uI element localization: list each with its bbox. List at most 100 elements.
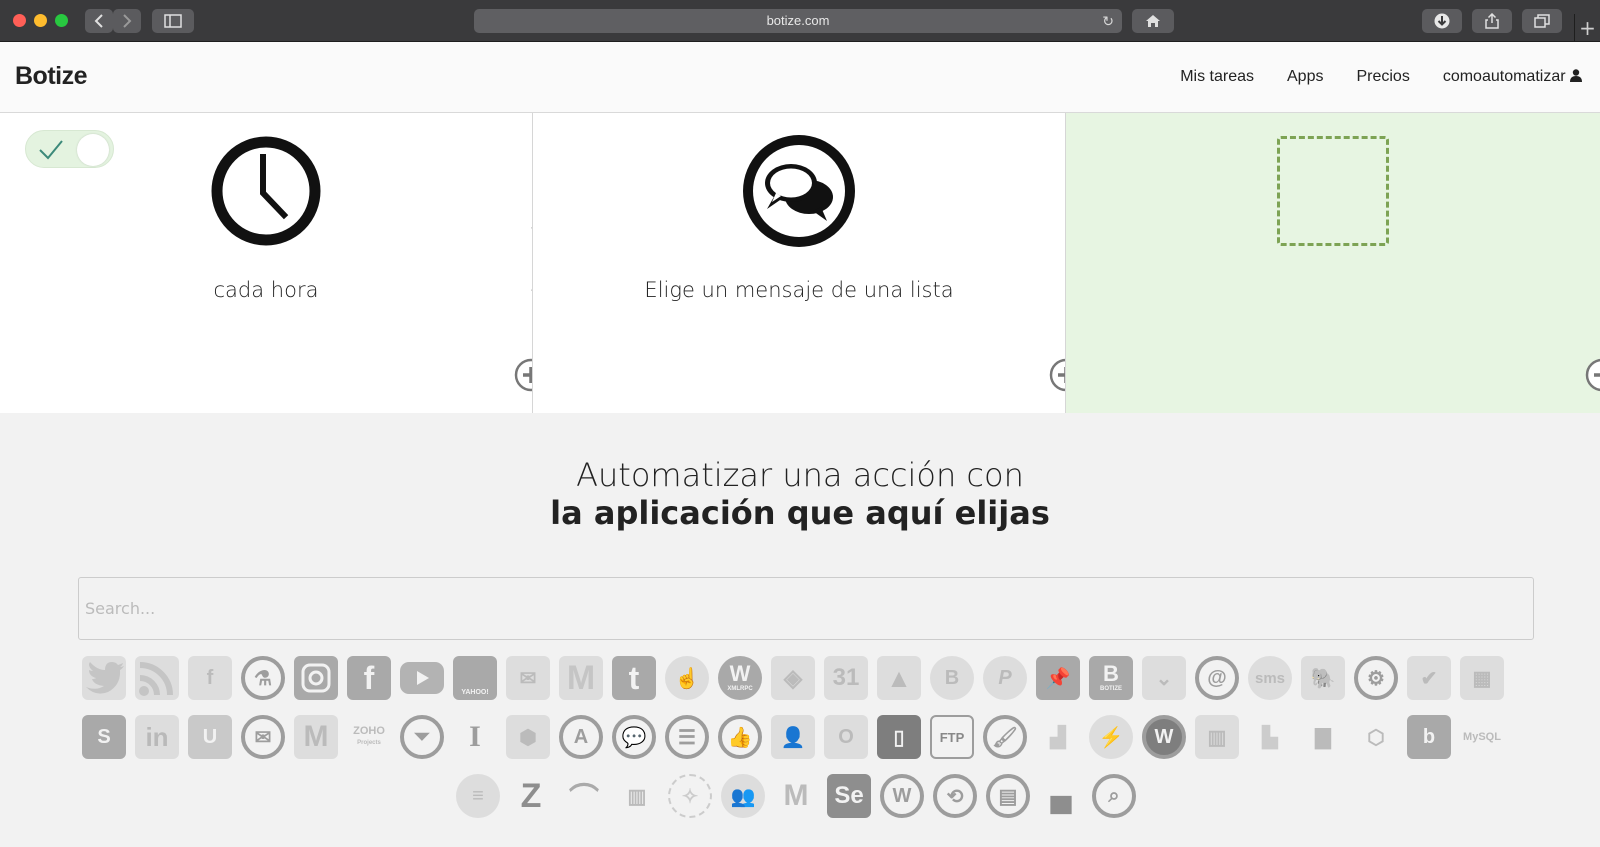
check-icon [39,140,63,160]
contacts-icon[interactable]: 👤 [771,715,815,759]
sidebar-toggle-button[interactable] [152,9,194,33]
twitter-icon[interactable] [82,656,126,700]
instagram-icon[interactable] [294,656,338,700]
home-button[interactable] [1132,9,1174,33]
box-icon[interactable]: ⬢ [506,715,550,759]
group-icon[interactable]: 👥 [721,774,765,818]
action-label: Elige un mensaje de una lista [644,278,954,302]
zendesk-icon[interactable]: Z [509,774,553,818]
compass-icon[interactable]: ✧ [668,774,712,818]
touch-icon[interactable]: ☝ [665,656,709,700]
medium-icon[interactable]: M [774,774,818,818]
share-button[interactable] [1472,9,1512,33]
chevron-right-icon [123,14,132,28]
stack-icon[interactable]: ≡ [456,774,500,818]
bar-chart-icon[interactable]: ▇ [1301,715,1345,759]
nav-item-apps[interactable]: Apps [1287,68,1323,86]
bar-step-icon[interactable]: ▟ [1036,715,1080,759]
facebook-pages-icon[interactable]: f [188,656,232,700]
arch-icon[interactable]: ⌒ [562,774,606,818]
skype-icon[interactable]: S [82,715,126,759]
trello-icon[interactable]: ▥ [1195,715,1239,759]
gmail-alt-icon[interactable]: M [294,715,338,759]
list-icon[interactable]: ☰ [665,715,709,759]
mailchimp-icon[interactable]: ✉ [506,656,550,700]
pushpin-icon[interactable]: 📌 [1036,656,1080,700]
reload-icon[interactable]: ↻ [1102,9,1114,33]
evernote-icon[interactable]: 🐘 [1301,656,1345,700]
window-close-button[interactable] [13,14,26,27]
chevron-left-icon [94,14,103,28]
wordpress-xmlrpc-icon[interactable]: W XMLRPC [718,656,762,700]
outlook-icon[interactable]: O [824,715,868,759]
youtube-icon[interactable] [400,656,444,700]
trigger-label: cada hora [213,278,319,302]
doc-search-icon[interactable]: ⌕ [1092,774,1136,818]
google-drive-icon[interactable]: ▲ [877,656,921,700]
ftp-icon[interactable]: FTP [930,715,974,759]
window-zoom-button[interactable] [55,14,68,27]
empty-action-slot[interactable] [1277,136,1389,246]
doc-circle-icon[interactable]: ▤ [986,774,1030,818]
mail-icon[interactable]: ✉ [241,715,285,759]
webhooks-icon[interactable]: ⚙ [1354,656,1398,700]
brush-icon[interactable]: 🖌 [983,715,1027,759]
spreadsheet-icon[interactable]: ▦ [1460,656,1504,700]
wordpress-icon[interactable]: W [880,774,924,818]
selenium-icon[interactable]: Se [827,774,871,818]
sms-icon[interactable]: sms [1248,656,1292,700]
add-step-button[interactable] [1585,358,1600,392]
window-minimize-button[interactable] [34,14,47,27]
sync-icon[interactable]: ⟲ [933,774,977,818]
toggle-knob [77,134,109,166]
rss-icon[interactable] [135,656,179,700]
tabs-overview-button[interactable] [1522,9,1562,33]
like-icon[interactable]: 👍 [718,715,762,759]
filter-icon[interactable]: ⏷ [400,715,444,759]
magnet-icon[interactable]: U [188,715,232,759]
dropbox-icon[interactable]: ◈ [771,656,815,700]
nav-item-account[interactable]: comoautomatizar [1443,68,1582,86]
action-step[interactable]: Elige un mensaje de una lista [532,113,1083,413]
calendar-icon[interactable]: 31 [824,656,868,700]
tumblr-icon[interactable]: t [612,656,656,700]
back-button[interactable] [85,9,113,33]
nav-item-my-tasks[interactable]: Mis tareas [1180,68,1254,86]
linkedin-icon[interactable]: in [135,715,179,759]
nav-item-pricing[interactable]: Precios [1356,68,1409,86]
blogger-icon[interactable]: B [930,656,974,700]
facebook-icon[interactable]: f [347,656,391,700]
pinterest-icon[interactable]: P [983,656,1027,700]
building-icon[interactable]: ▥ [615,774,659,818]
forward-button[interactable] [113,9,141,33]
app-search-input[interactable] [78,577,1534,640]
chat-icon[interactable]: 💬 [612,715,656,759]
address-bar[interactable]: botize.com ↻ [474,9,1122,33]
blocks-icon[interactable]: ▙ [1248,715,1292,759]
task-enabled-toggle[interactable] [25,130,114,168]
new-action-step[interactable] [1065,113,1600,413]
app-store-icon[interactable]: A [559,715,603,759]
zoho-projects-icon[interactable]: ZOHO Projects [347,715,391,759]
new-tab-button[interactable]: + [1574,14,1600,42]
downloads-button[interactable] [1422,9,1462,33]
todoist-icon[interactable]: ✔ [1407,656,1451,700]
document-icon[interactable]: ▯ [877,715,921,759]
instapaper-icon[interactable]: I [453,715,497,759]
brand-logo[interactable]: Botize [15,62,88,91]
unsplash-icon[interactable]: ▄ [1039,774,1083,818]
lab-icon[interactable]: ⚗ [241,656,285,700]
mysql-icon[interactable]: MySQL [1460,715,1504,759]
pocket-icon[interactable]: ⌄ [1142,656,1186,700]
task-builder: cada hora Elige un mensaje de una lista [0,113,1600,413]
user-icon [1570,69,1582,82]
wordpress-com-icon[interactable]: W [1142,715,1186,759]
yahoo-weather-icon[interactable]: YAHOO! [453,656,497,700]
bing-icon[interactable]: b [1407,715,1451,759]
email-at-icon[interactable]: @ [1195,656,1239,700]
botize-icon[interactable]: B BOTIZE [1089,656,1133,700]
aws-icon[interactable]: ⬡ [1354,715,1398,759]
trigger-step[interactable]: cada hora [0,113,548,413]
messenger-icon[interactable]: ⚡ [1089,715,1133,759]
gmail-icon[interactable]: M [559,656,603,700]
